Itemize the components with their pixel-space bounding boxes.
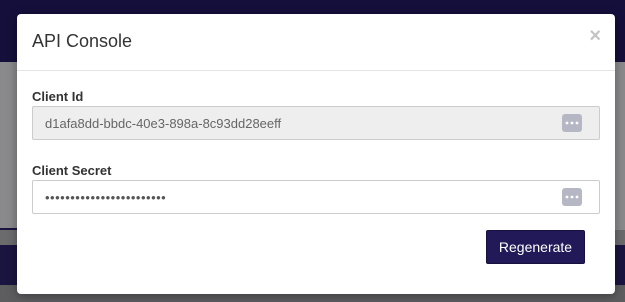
- modal-title: API Console: [32, 31, 133, 51]
- more-dots-icon[interactable]: [562, 188, 582, 206]
- client-secret-field: [32, 180, 600, 214]
- client-id-field: [32, 106, 600, 140]
- dots-glyph: [565, 121, 579, 125]
- more-dots-icon[interactable]: [562, 114, 582, 132]
- client-secret-label: Client Secret: [32, 163, 112, 178]
- regenerate-button[interactable]: Regenerate: [486, 230, 585, 264]
- dots-glyph: [565, 195, 579, 199]
- api-console-modal: API Console × Client Id Client Secret Re…: [17, 14, 615, 294]
- client-id-label: Client Id: [32, 89, 84, 104]
- client-secret-input[interactable]: [33, 181, 562, 213]
- client-id-input[interactable]: [33, 107, 562, 139]
- close-button[interactable]: ×: [589, 26, 601, 46]
- modal-header: API Console ×: [17, 14, 615, 71]
